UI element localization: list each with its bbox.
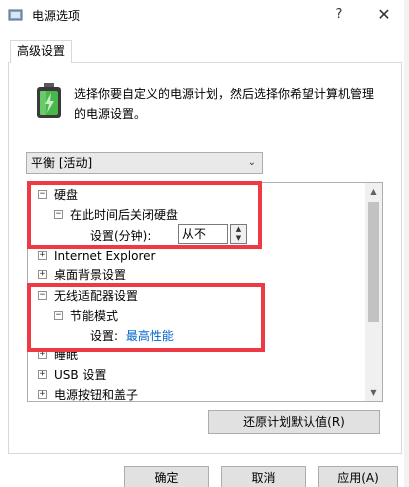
battery-icon xyxy=(37,83,61,118)
power-options-icon xyxy=(8,9,23,21)
tree-item-label: Internet Explorer xyxy=(54,249,156,263)
tree-item-label: 桌面背景设置 xyxy=(54,268,127,282)
help-button[interactable]: ? xyxy=(328,4,350,26)
expand-icon[interactable]: + xyxy=(38,370,47,379)
scroll-up-icon[interactable]: ▲ xyxy=(365,183,382,200)
restore-defaults-button[interactable]: 还原计划默认值(R) xyxy=(208,410,380,434)
window-edge xyxy=(404,0,409,487)
close-button[interactable]: ✕ xyxy=(370,3,398,27)
chevron-down-icon: ⌄ xyxy=(247,157,256,168)
title-bar: 电源选项 ? ✕ xyxy=(0,0,409,30)
ok-button[interactable]: 确定 xyxy=(124,466,209,487)
expand-icon[interactable]: + xyxy=(38,270,47,279)
expand-icon[interactable]: + xyxy=(38,390,47,399)
tab-advanced-settings[interactable]: 高级设置 xyxy=(10,40,72,63)
highlight-box-hard-disk xyxy=(27,181,262,249)
power-plan-select[interactable]: 平衡 [活动] ⌄ xyxy=(26,152,263,174)
expand-icon[interactable]: + xyxy=(38,251,47,260)
highlight-box-wireless xyxy=(27,283,265,352)
window-title: 电源选项 xyxy=(32,9,81,23)
scrollbar-thumb[interactable] xyxy=(368,202,379,322)
power-plan-value: 平衡 [活动] xyxy=(31,156,93,170)
tree-scrollbar[interactable]: ▲ ▼ xyxy=(365,183,382,401)
tree-item-label: 电源按钮和盖子 xyxy=(54,388,139,402)
tree-item-label: USB 设置 xyxy=(54,368,107,382)
cancel-button[interactable]: 取消 xyxy=(221,466,306,487)
apply-button[interactable]: 应用(A) xyxy=(318,466,398,487)
scroll-down-icon[interactable]: ▼ xyxy=(365,384,382,401)
description-text: 选择你要自定义的电源计划，然后选择你希望计算机管理的电源设置。 xyxy=(74,87,375,121)
